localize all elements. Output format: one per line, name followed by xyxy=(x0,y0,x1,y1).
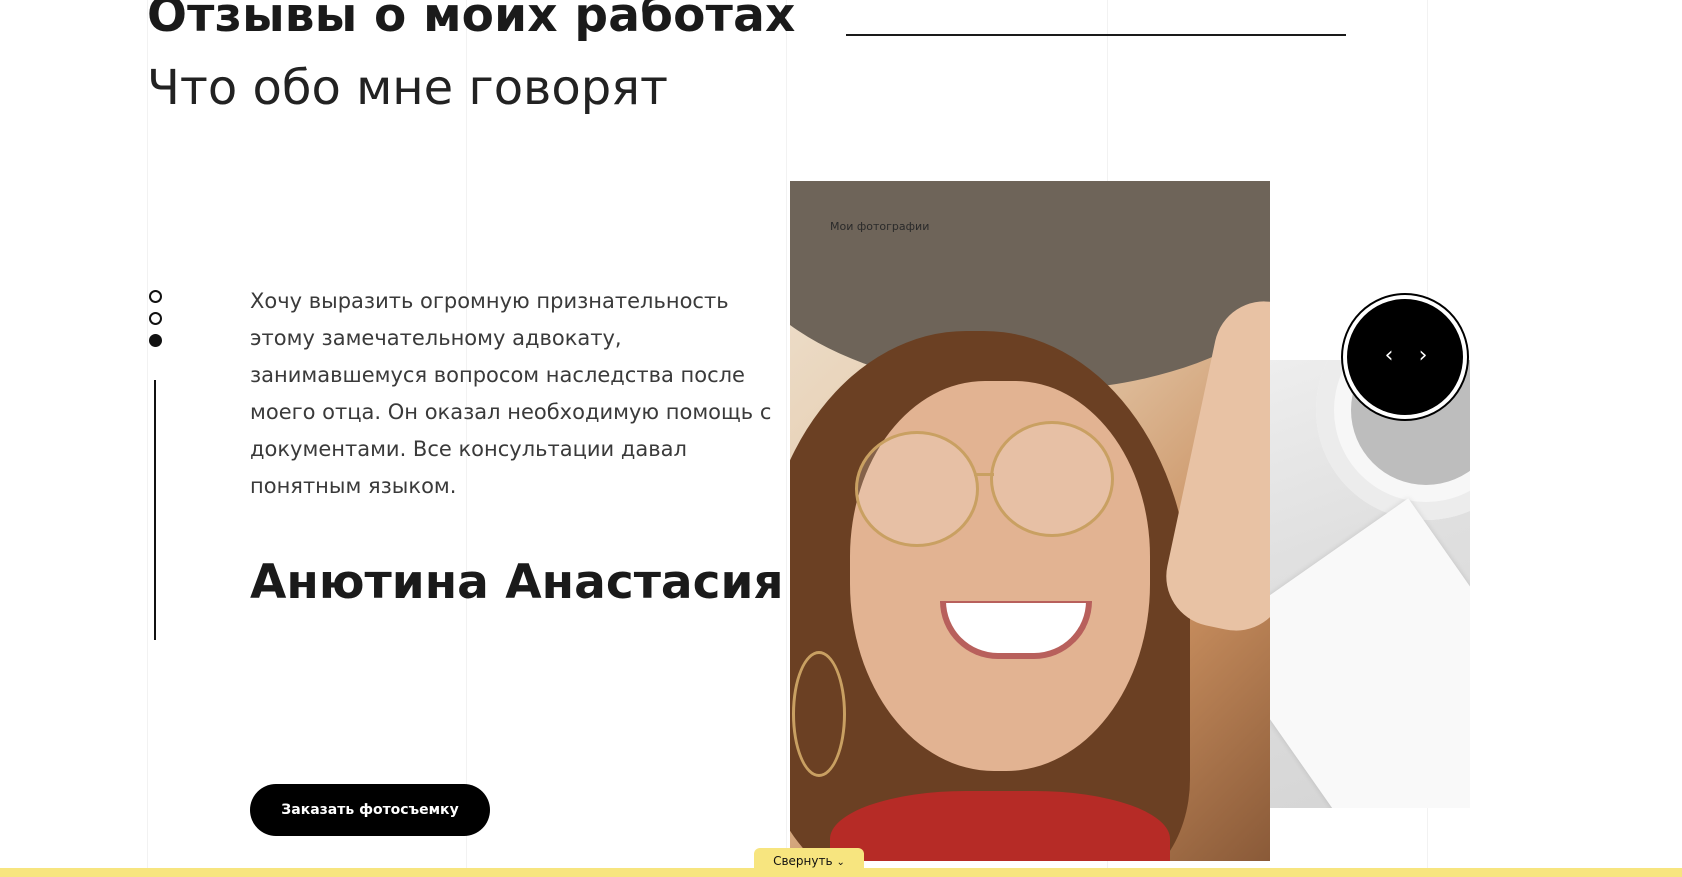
chevron-left-icon[interactable]: ‹ xyxy=(1377,341,1401,371)
glasses-bridge xyxy=(974,473,994,476)
photo-sweater-shape xyxy=(830,791,1170,861)
section-subtitle: Что обо мне говорят xyxy=(147,60,669,116)
slider-nav: ‹ › xyxy=(1341,293,1469,421)
order-photoshoot-button[interactable]: Заказать фотосъемку xyxy=(250,784,490,836)
title-divider xyxy=(846,34,1346,36)
slider-dot-2[interactable] xyxy=(149,312,162,325)
photo-caption: Мои фотографии xyxy=(830,220,930,233)
slider-dots xyxy=(149,290,163,356)
glasses-lens-left xyxy=(855,431,979,547)
grid-guide xyxy=(786,0,787,877)
review-author: Анютина Анастасия xyxy=(250,555,784,610)
photo-earring-shape xyxy=(792,651,846,777)
grid-guide xyxy=(147,0,148,877)
paper-shape xyxy=(1256,498,1470,808)
secondary-photo xyxy=(1256,360,1470,808)
slider-nav-inner: ‹ › xyxy=(1347,299,1463,415)
chevron-down-icon: ⌄ xyxy=(836,857,845,868)
review-text: Хочу выразить огромную признательность э… xyxy=(250,289,772,498)
collapse-label: Свернуть xyxy=(773,854,833,868)
reviews-page: Отзывы о моих работах Что обо мне говоря… xyxy=(0,0,1682,877)
quote-vertical-line xyxy=(154,380,156,640)
glasses-lens-right xyxy=(990,421,1114,537)
section-title: Отзывы о моих работах xyxy=(147,0,796,43)
chevron-right-icon[interactable]: › xyxy=(1411,341,1435,371)
collapse-tab[interactable]: Свернуть ⌄ xyxy=(754,848,864,877)
slider-dot-3[interactable] xyxy=(149,334,162,347)
review-portrait-photo: Мои фотографии xyxy=(790,181,1270,861)
slider-dot-1[interactable] xyxy=(149,290,162,303)
